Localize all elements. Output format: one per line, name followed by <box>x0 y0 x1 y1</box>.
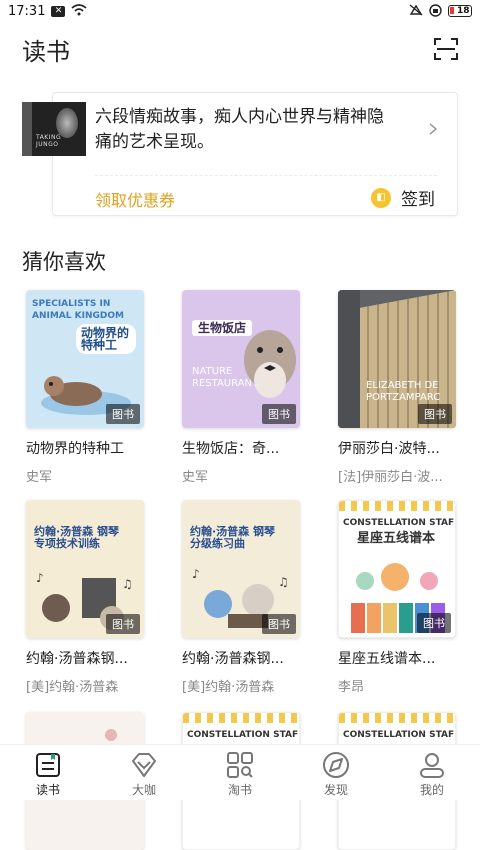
tab-experts[interactable]: 大咖 <box>96 745 192 800</box>
book-type-badge: 图书 <box>417 613 451 633</box>
dots-decoration <box>339 713 456 723</box>
cover-title: 星座五线谱本 <box>357 533 447 545</box>
book-type-badge: 图书 <box>106 614 140 634</box>
book-title: 动物界的特种工 <box>26 438 166 458</box>
cover-subtitle: CONSTELLATION STAF <box>187 729 299 741</box>
chevron-right-icon[interactable] <box>427 123 439 135</box>
svg-text:♪: ♪ <box>36 571 44 585</box>
cover-title: 动物界的特种工 <box>76 324 136 354</box>
book-author: [法]伊丽莎白·波... <box>338 466 478 485</box>
status-bar: 17:31 ✕ 18 <box>0 0 480 22</box>
compass-icon <box>321 751 351 779</box>
book-icon <box>33 751 63 779</box>
grid-search-icon <box>225 751 255 779</box>
scan-icon[interactable] <box>434 38 458 60</box>
book-title: 约翰·汤普森钢... <box>26 648 166 668</box>
book-item[interactable]: 约翰·汤普森 钢琴分级练习曲 ♪ ♫ 图书 约翰·汤普森钢... [美]约翰·汤… <box>182 500 322 695</box>
signin-button[interactable]: ◧ 签到 <box>371 185 435 210</box>
promo-book-cover[interactable]: TAKING JUNGO <box>22 102 86 156</box>
book-cover[interactable]: CONSTELLATION STAF 星座五线谱本 图书 <box>338 500 456 638</box>
cover-title: 约翰·汤普森 钢琴分级练习曲 <box>190 526 280 550</box>
svg-text:♪: ♪ <box>192 567 200 581</box>
cover-subtitle: SPECIALISTS IN ANIMAL KINGDOM <box>32 298 132 322</box>
book-cover[interactable]: 约翰·汤普森 钢琴专项技术训练 ♪ ♫ 图书 <box>26 500 144 638</box>
book-item[interactable]: 生物饭店 NATURE RESTAURANT 图书 生物饭店：奇... 史军 <box>182 290 322 485</box>
signin-label: 签到 <box>401 185 435 210</box>
book-author: 李昂 <box>338 676 478 695</box>
tab-discover[interactable]: 发现 <box>288 745 384 800</box>
tab-label: 发现 <box>324 781 348 798</box>
promo-card[interactable]: 六段情痴故事，痴人内心世界与精神隐痛的艺术呈现。 领取优惠券 ◧ 签到 <box>52 92 458 216</box>
alarm-icon <box>429 4 442 19</box>
book-cover[interactable]: SPECIALISTS IN ANIMAL KINGDOM 动物界的特种工 图书 <box>26 290 144 428</box>
battery-icon: 18 <box>448 5 472 17</box>
dots-decoration <box>183 713 300 723</box>
svg-text:♫: ♫ <box>122 577 133 591</box>
signin-icon: ◧ <box>371 188 391 208</box>
book-type-badge: 图书 <box>418 404 452 424</box>
promo-description: 六段情痴故事，痴人内心世界与精神隐痛的艺术呈现。 <box>95 105 395 155</box>
bottom-tab-bar: 读书 大咖 淘书 发现 我的 <box>0 744 480 800</box>
book-author: [美]约翰·汤普森 <box>182 676 322 695</box>
notification-icon: ✕ <box>51 6 65 17</box>
diamond-icon <box>129 751 159 779</box>
book-cover[interactable]: ELIZABETH DE PORTZAMPARC 图书 <box>338 290 456 428</box>
book-type-badge: 图书 <box>262 404 296 424</box>
status-time: 17:31 <box>8 4 45 19</box>
cover-subtitle: CONSTELLATION STAF <box>343 517 455 529</box>
app-header: 读书 <box>0 28 480 68</box>
promo-divider <box>95 175 437 176</box>
tab-profile[interactable]: 我的 <box>384 745 480 800</box>
tab-label: 读书 <box>36 781 60 798</box>
book-item[interactable]: CONSTELLATION STAF 星座五线谱本 图书 星座五线谱本... 李… <box>338 500 478 695</box>
book-title: 约翰·汤普森钢... <box>182 648 322 668</box>
book-item[interactable]: ELIZABETH DE PORTZAMPARC 图书 伊丽莎白·波特... [… <box>338 290 478 485</box>
dots-decoration <box>339 501 456 511</box>
book-title: 伊丽莎白·波特... <box>338 438 478 458</box>
book-cover[interactable]: 约翰·汤普森 钢琴分级练习曲 ♪ ♫ 图书 <box>182 500 300 638</box>
cover-title: ELIZABETH DE PORTZAMPARC <box>366 380 446 404</box>
tab-shop[interactable]: 淘书 <box>192 745 288 800</box>
book-cover[interactable]: 生物饭店 NATURE RESTAURANT 图书 <box>182 290 300 428</box>
book-type-badge: 图书 <box>106 404 140 424</box>
section-title: 猜你喜欢 <box>22 246 106 276</box>
battery-level: 18 <box>457 7 470 16</box>
hamster-illustration <box>240 310 300 410</box>
mute-icon <box>409 4 423 18</box>
cover-title: 约翰·汤普森 钢琴专项技术训练 <box>34 526 124 550</box>
promo-cover-caption: TAKING JUNGO <box>36 134 86 148</box>
tab-read[interactable]: 读书 <box>0 745 96 800</box>
svg-text:♫: ♫ <box>278 575 289 589</box>
tab-label: 淘书 <box>228 781 252 798</box>
coupon-link[interactable]: 领取优惠券 <box>95 187 175 211</box>
wifi-icon <box>71 4 87 18</box>
book-item[interactable]: SPECIALISTS IN ANIMAL KINGDOM 动物界的特种工 图书… <box>26 290 166 485</box>
book-author: [美]约翰·汤普森 <box>26 676 166 695</box>
book-title: 生物饭店：奇... <box>182 438 322 458</box>
book-item[interactable]: 约翰·汤普森 钢琴专项技术训练 ♪ ♫ 图书 约翰·汤普森钢... [美]约翰·… <box>26 500 166 695</box>
book-author: 史军 <box>182 466 322 485</box>
tab-label: 我的 <box>420 781 444 798</box>
book-type-badge: 图书 <box>262 614 296 634</box>
page-title: 读书 <box>22 32 70 67</box>
book-title: 星座五线谱本... <box>338 648 478 668</box>
tab-label: 大咖 <box>132 781 156 798</box>
profile-icon <box>417 751 447 779</box>
book-author: 史军 <box>26 466 166 485</box>
cover-subtitle: CONSTELLATION STAF <box>343 729 455 741</box>
